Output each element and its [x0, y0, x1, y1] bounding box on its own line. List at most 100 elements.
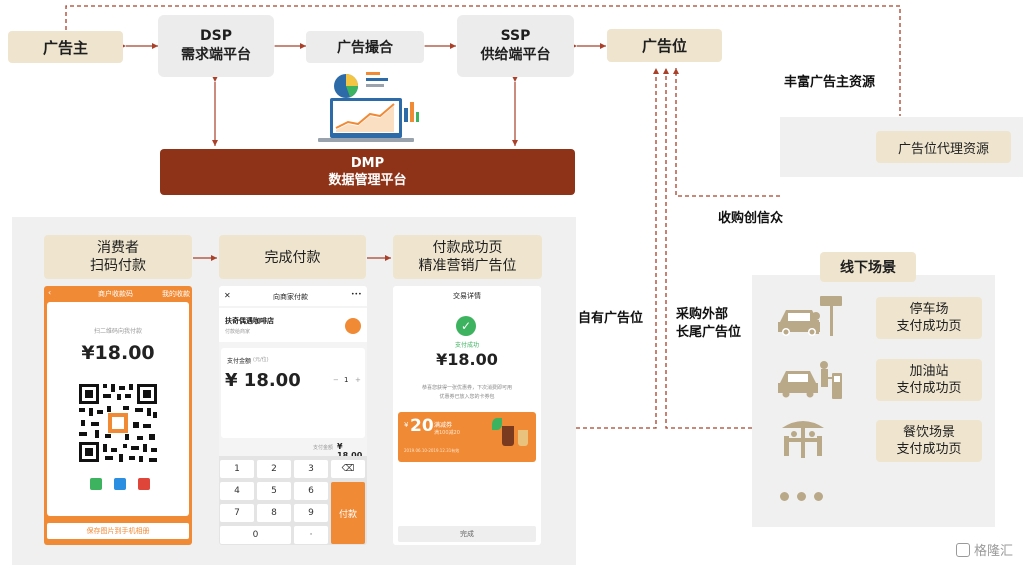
quantity-value: 1: [344, 376, 349, 384]
phone3-desc-line1: 恭喜您获得一张优惠券，下次消费即可用: [421, 385, 512, 391]
dashboard-illustration-icon: [318, 72, 419, 142]
amount-value: ¥ 18.00: [225, 370, 301, 391]
amount-card: 支付金额 (元/位) ¥ 18.00 − 1 +: [221, 348, 365, 438]
step-scan-pay: 消费者 扫码付款: [44, 235, 192, 279]
coupon-title: 满减券: [434, 422, 453, 429]
unionpay-icon: [138, 478, 150, 490]
dmp-subtitle: 数据管理平台: [328, 173, 407, 188]
dashed-offline: [663, 68, 752, 429]
procure-label-line1: 采购外部: [676, 307, 729, 322]
phone3-title: 交易详情: [453, 292, 481, 300]
key-2[interactable]: 2: [257, 460, 291, 478]
save-image-button[interactable]: 保存图片到手机相册: [47, 523, 189, 539]
key-6[interactable]: 6: [294, 482, 328, 500]
own-ad-slot-label: 自有广告位: [578, 311, 644, 326]
coffee-cup-icon: [502, 426, 514, 446]
back-icon[interactable]: ‹: [48, 288, 51, 297]
quantity-minus-button[interactable]: −: [333, 376, 339, 384]
offline-title-box: 线下场景: [820, 252, 916, 282]
watermark-text: 格隆汇: [974, 544, 1014, 559]
step-payment-complete-label: 完成付款: [264, 250, 321, 266]
close-icon[interactable]: ✕: [224, 291, 231, 300]
advertiser-box: 广告主: [8, 31, 123, 63]
ssp-subtitle: 供给端平台: [480, 47, 551, 63]
phone-payment: ✕ 向商家付款 ••• 扶奇偶遇咖啡店 付款给商家 支付金额 (元/位) ¥ 1…: [219, 286, 367, 545]
key-9[interactable]: 9: [294, 504, 328, 522]
merchant-row: 扶奇偶遇咖啡店 付款给商家: [219, 308, 367, 342]
coupon-sub: 满100减20: [434, 430, 460, 436]
phone1-header-title: 商户收款码: [98, 290, 133, 298]
ssp-title: SSP: [500, 28, 531, 44]
quantity-plus-button[interactable]: +: [355, 376, 361, 384]
procure-label-line2: 长尾广告位: [676, 325, 742, 340]
phone3-amount: ¥18.00: [436, 350, 498, 369]
acquire-label: 收购创信众: [718, 211, 784, 226]
step-success-page: 付款成功页 精准营销广告位: [393, 235, 542, 279]
phone-qr-code: ‹ 商户收款码 我的收款 扫二维码向我付款 ¥18.00 保存图片到手机相册: [44, 286, 192, 545]
key-4[interactable]: 4: [220, 482, 254, 500]
dmp-bar: DMP 数据管理平台: [160, 149, 575, 195]
phone1-amount: ¥18.00: [81, 342, 155, 364]
ad-slot-label: 广告位: [641, 37, 687, 55]
backspace-key[interactable]: ⌫: [331, 460, 365, 478]
phone2-header: ✕ 向商家付款 •••: [219, 286, 367, 306]
merchant-store-icon: [345, 318, 361, 334]
ad-slot-agency-box: 广告位代理资源: [876, 131, 1011, 163]
parking-box: 停车场 支付成功页: [876, 297, 982, 339]
alipay-icon: [114, 478, 126, 490]
ad-slot-agency-label: 广告位代理资源: [897, 141, 989, 157]
key-7[interactable]: 7: [220, 504, 254, 522]
phone1-header: ‹ 商户收款码 我的收款: [44, 286, 192, 300]
more-icon[interactable]: •••: [351, 291, 362, 298]
phone2-title: 向商家付款: [273, 293, 308, 301]
parking-icon: [778, 296, 842, 336]
wechat-pay-icon: [90, 478, 102, 490]
ad-exchange-label: 广告撮合: [337, 40, 393, 56]
watermark: 格隆汇: [956, 540, 1013, 559]
coupon-date: 2019.06.10-2019.12.31有效: [404, 448, 460, 453]
step-payment-complete: 完成付款: [219, 235, 366, 279]
drink-cup-icon: [518, 430, 528, 446]
ssp-box: SSP 供给端平台: [457, 15, 574, 77]
merchant-name: 扶奇偶遇咖啡店: [225, 317, 274, 325]
total-label: 支付金额: [313, 445, 334, 451]
phone-success: 交易详情 ✓ 支付成功 ¥18.00 恭喜您获得一张优惠券，下次消费即可用 优惠…: [393, 286, 541, 545]
key-1[interactable]: 1: [220, 460, 254, 478]
key-0[interactable]: 0: [220, 526, 291, 544]
step-success-page-line1: 付款成功页: [432, 240, 503, 256]
dashed-own-adslot: [576, 68, 659, 429]
key-3[interactable]: 3: [294, 460, 328, 478]
amount-label: 支付金额: [227, 358, 252, 365]
success-check-icon: ✓: [456, 316, 476, 336]
dining-icon: [782, 421, 824, 458]
dining-line1: 餐饮场景: [902, 425, 955, 440]
offline-title: 线下场景: [840, 260, 896, 276]
key-dot[interactable]: ·: [294, 526, 328, 544]
coupon-ad-banner[interactable]: ¥ 20 满减券 满100减20 2019.06.10-2019.12.31有效: [398, 412, 536, 462]
dsp-title: DSP: [200, 28, 232, 44]
step-success-page-line2: 精准营销广告位: [418, 258, 517, 274]
step-scan-pay-line2: 扫码付款: [90, 258, 146, 274]
step-scan-pay-line1: 消费者: [97, 240, 139, 256]
ad-exchange-box: 广告撮合: [306, 31, 424, 63]
dsp-subtitle: 需求端平台: [181, 47, 251, 63]
amount-unit: (元/位): [253, 357, 269, 363]
key-8[interactable]: 8: [257, 504, 291, 522]
key-5[interactable]: 5: [257, 482, 291, 500]
phone1-caption: 扫二维码向我付款: [93, 328, 142, 335]
leaf-icon: [492, 418, 502, 430]
advertiser-label: 广告主: [42, 38, 88, 57]
phone3-desc-line2: 优惠券已放入您的卡券包: [439, 394, 495, 400]
gas-line1: 加油站: [909, 364, 949, 379]
gas-line2: 支付成功页: [896, 381, 962, 396]
parking-line1: 停车场: [909, 302, 949, 317]
more-scenarios-ellipsis-icon: [780, 486, 831, 505]
parking-line2: 支付成功页: [896, 319, 962, 334]
coupon-yen-icon: ¥: [404, 421, 409, 429]
done-button[interactable]: 完成: [398, 526, 536, 542]
qr-code-icon: [77, 382, 159, 464]
pay-button[interactable]: 付款: [331, 482, 365, 544]
rich-advertiser-resources-label: 丰富广告主资源: [784, 75, 876, 90]
keypad: 1 2 3 ⌫ 4 5 6 7 8 9 0 · 付款: [219, 456, 367, 545]
phone1-header-right[interactable]: 我的收款: [162, 289, 190, 299]
